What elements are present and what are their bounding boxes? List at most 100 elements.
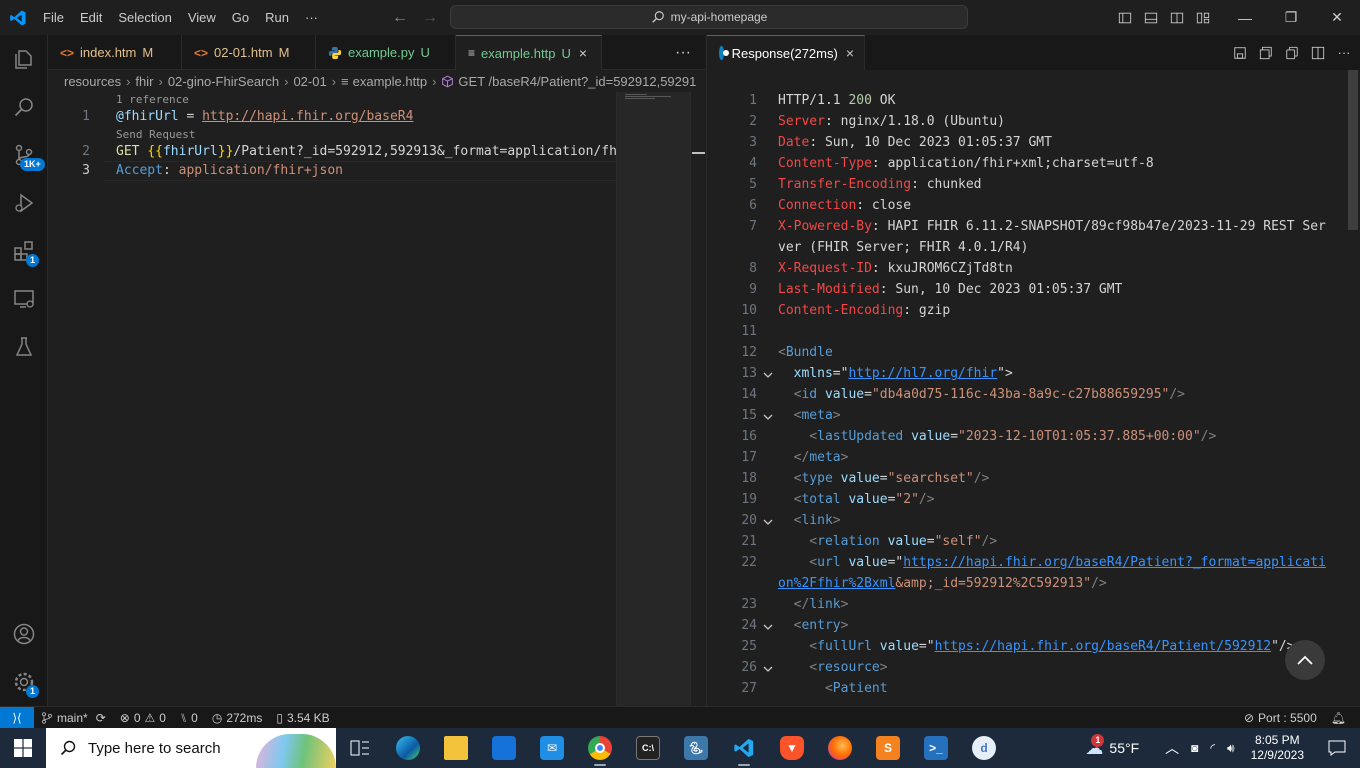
clock[interactable]: 8:05 PM 12/9/2023 xyxy=(1241,733,1314,763)
menu-selection[interactable]: Selection xyxy=(110,0,179,35)
windows-start-icon[interactable] xyxy=(0,728,46,768)
extensions-icon[interactable]: 1 xyxy=(0,227,48,275)
weather-widget[interactable]: ☁ 1 55°F xyxy=(1079,733,1145,759)
ports-indicator[interactable]: ⑊ 0 xyxy=(173,711,205,725)
response-scrollbar[interactable] xyxy=(1346,70,1360,706)
variable-value-link[interactable]: http://hapi.fhir.org/baseR4 xyxy=(202,109,413,124)
tab-02-01-htm[interactable]: <> 02-01.htm M xyxy=(182,35,316,70)
testing-icon[interactable] xyxy=(0,323,48,371)
app-d-icon[interactable]: d xyxy=(960,728,1008,768)
toggle-panel-icon[interactable] xyxy=(1138,0,1164,35)
breadcrumb-item[interactable]: 02-gino-FhirSearch xyxy=(168,74,279,89)
save-response-icon[interactable] xyxy=(1232,45,1248,61)
back-arrow-icon[interactable]: ← xyxy=(392,9,408,27)
editor-scrollbar[interactable] xyxy=(690,92,705,706)
menu-run[interactable]: Run xyxy=(257,0,297,35)
mail-icon[interactable]: ✉ xyxy=(528,728,576,768)
show-hidden-icons-chevron-icon[interactable]: ︿ xyxy=(1159,738,1185,758)
forward-arrow-icon[interactable]: → xyxy=(422,9,438,27)
tab-response[interactable]: Response(272ms) × xyxy=(707,35,865,70)
microsoft-store-icon[interactable] xyxy=(480,728,528,768)
codelens-send-request[interactable]: Send Request xyxy=(116,128,195,141)
codelens-references[interactable]: 1 reference xyxy=(116,93,189,106)
close-window-icon[interactable]: ✕ xyxy=(1314,0,1360,35)
notification-center-icon[interactable]: 3 xyxy=(1314,740,1360,756)
menu-file[interactable]: File xyxy=(35,0,72,35)
fold-chevron-icon[interactable] xyxy=(763,513,773,530)
minimize-icon[interactable]: — xyxy=(1222,0,1268,35)
meet-now-icon[interactable]: ◙ xyxy=(1185,741,1204,755)
fold-chevron-icon[interactable] xyxy=(763,366,773,383)
copy-icon[interactable] xyxy=(1284,45,1300,61)
scrollbar-thumb[interactable] xyxy=(1348,70,1358,230)
minimap-slider[interactable] xyxy=(617,92,691,706)
brave-browser-icon[interactable]: ▼ xyxy=(768,728,816,768)
remote-indicator-icon[interactable]: ⟩⟨ xyxy=(0,706,34,729)
response-link[interactable]: http://hl7.org/fhir xyxy=(848,366,997,381)
problems-indicator[interactable]: ⊗ 0 ⚠ 0 xyxy=(113,711,173,725)
search-icon[interactable] xyxy=(0,83,48,131)
response-link[interactable]: https://hapi.fhir.org/baseR4/Patient?_fo… xyxy=(903,555,1326,570)
chrome-icon[interactable] xyxy=(576,728,624,768)
response-time-indicator[interactable]: ◷ 272ms xyxy=(205,711,270,725)
manage-gear-icon[interactable]: 1 xyxy=(0,658,48,706)
source-control-icon[interactable]: 1K+ xyxy=(0,131,48,179)
edge-browser-icon[interactable] xyxy=(384,728,432,768)
fold-chevron-icon[interactable] xyxy=(763,408,773,425)
toggle-secondary-sidebar-icon[interactable] xyxy=(1164,0,1190,35)
scroll-to-top-button[interactable] xyxy=(1285,640,1325,680)
menu-more[interactable]: ··· xyxy=(297,0,326,35)
breadcrumb-item[interactable]: fhir xyxy=(135,74,153,89)
breadcrumb-item[interactable]: 02-01 xyxy=(293,74,326,89)
vscode-icon[interactable] xyxy=(720,728,768,768)
tab-example-py[interactable]: example.py U xyxy=(316,35,456,70)
fold-chevron-icon[interactable] xyxy=(763,618,773,635)
breadcrumb-item[interactable]: resources xyxy=(64,74,121,89)
response-size-indicator[interactable]: ▯ 3.54 KB xyxy=(269,711,336,725)
close-tab-icon[interactable]: × xyxy=(579,45,587,61)
branch-indicator[interactable]: main* ⟳ xyxy=(34,711,113,725)
tab-index-htm[interactable]: <> index.htm M xyxy=(48,35,182,70)
split-editor-icon[interactable] xyxy=(1310,45,1326,61)
restore-icon[interactable]: ❐ xyxy=(1268,0,1314,35)
fold-chevron-icon[interactable] xyxy=(763,660,773,677)
terminal-icon[interactable]: C:\ xyxy=(624,728,672,768)
accounts-icon[interactable] xyxy=(0,610,48,658)
close-tab-icon[interactable]: × xyxy=(846,45,854,61)
response-link[interactable]: https://hapi.fhir.org/baseR4/Patient/592… xyxy=(935,639,1272,654)
chevron-right-icon: › xyxy=(284,73,289,89)
explorer-icon[interactable] xyxy=(0,35,48,83)
editor-left[interactable]: 1 reference 1 @fhirUrl = http://hapi.fhi… xyxy=(48,92,616,706)
customize-layout-icon[interactable] xyxy=(1190,0,1216,35)
menu-edit[interactable]: Edit xyxy=(72,0,110,35)
powershell-icon[interactable]: >_ xyxy=(912,728,960,768)
sublime-text-icon[interactable]: S xyxy=(864,728,912,768)
menu-view[interactable]: View xyxy=(180,0,224,35)
live-server-port[interactable]: ⊘ Port : 5500 xyxy=(1237,711,1324,725)
sync-icon[interactable]: ⟳ xyxy=(96,711,106,725)
line-number: 22 xyxy=(741,555,757,570)
volume-icon[interactable]: 🔊︎ xyxy=(1221,741,1241,756)
taskbar-search-box[interactable]: Type here to search xyxy=(46,728,336,768)
command-center-search[interactable]: my-api-homepage xyxy=(450,5,968,29)
toggle-primary-sidebar-icon[interactable] xyxy=(1112,0,1138,35)
firefox-icon[interactable] xyxy=(816,728,864,768)
run-debug-icon[interactable] xyxy=(0,179,48,227)
response-link[interactable]: on%2Ffhir%2Bxml xyxy=(778,576,895,591)
more-actions-icon[interactable]: ··· xyxy=(1336,45,1352,61)
breadcrumb-item[interactable]: GET /baseR4/Patient?_id=592912,59291 xyxy=(458,74,696,89)
menu-go[interactable]: Go xyxy=(224,0,257,35)
python-idle-icon[interactable]: 🐍︎ xyxy=(672,728,720,768)
more-actions-icon[interactable]: ··· xyxy=(668,35,698,70)
remote-explorer-icon[interactable] xyxy=(0,275,48,323)
network-wifi-icon[interactable]: ◜ xyxy=(1204,741,1221,755)
notifications-bell-icon[interactable]: 🔔︎ xyxy=(1324,711,1360,725)
line-number: 18 xyxy=(741,471,757,486)
save-body-icon[interactable] xyxy=(1258,45,1274,61)
tab-example-http[interactable]: ≡ example.http U × xyxy=(456,35,602,70)
response-viewer[interactable]: 1 HTTP/1.1 200 OK 2 Server: nginx/1.18.0 (U… xyxy=(706,70,1360,706)
minimap[interactable] xyxy=(616,92,691,706)
file-explorer-icon[interactable] xyxy=(432,728,480,768)
task-view-icon[interactable] xyxy=(336,728,384,768)
breadcrumb-item[interactable]: example.http xyxy=(353,74,427,89)
